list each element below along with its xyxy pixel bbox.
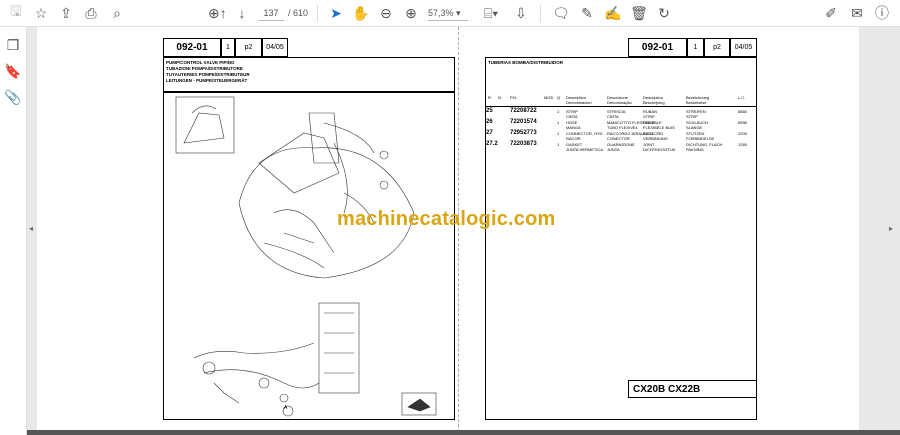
table-cell-r: 26 <box>486 119 493 125</box>
parts-table: TUBERIAS BOMBA/DISTRIBUIDOR R N P.N. MOD Q De… <box>485 57 757 420</box>
right-part-number: p2 <box>704 38 730 57</box>
save-icon[interactable]: 🖫 <box>7 3 25 22</box>
zoom-value: 57,3% <box>428 8 454 18</box>
watermark: machinecatalogic.com <box>337 208 556 230</box>
table-cell-d2: GUARNIZIONE JUNTA <box>607 142 635 152</box>
table-cell-lc: 8860 <box>738 109 747 114</box>
exploded-diagram: A <box>163 92 455 420</box>
table-cell-d1: HOSE MANGA <box>566 120 581 130</box>
scroll-left-icon[interactable]: ◂ <box>29 224 33 233</box>
column-header: L.C. <box>738 95 746 100</box>
table-cell-d4: STUTZEN FORBINDELSE <box>686 131 715 141</box>
table-cell-r: 27 <box>486 130 493 136</box>
delete-icon[interactable]: 🗑 <box>630 4 648 22</box>
scroll-mode-icon[interactable]: ⇩ <box>512 4 530 22</box>
next-page-icon[interactable]: ↓ <box>233 4 251 22</box>
column-header: MOD <box>544 95 554 100</box>
search-icon[interactable]: ⌕ <box>108 4 126 22</box>
column-header: R <box>488 95 491 100</box>
toolbar: 🖫 ☆ ⇪ ⎙ ⌕ ⊕↑ ↓ 137 / 610 ➤ ✋ ⊖ ⊕ 57,3% ▾… <box>0 0 900 27</box>
table-cell-r: 25 <box>486 108 493 114</box>
page-number-input[interactable]: 137 <box>258 6 284 21</box>
column-header: Description Denominacion <box>566 95 592 105</box>
section-number: 092-01 <box>163 38 221 57</box>
table-cell-q: 1 <box>557 131 560 136</box>
zoom-out-icon[interactable]: ⊖ <box>377 4 395 22</box>
table-cell-lc: 5596 <box>738 120 747 125</box>
sheet-number: 1 <box>221 38 235 57</box>
upload-cloud-icon[interactable]: ⇪ <box>57 4 75 22</box>
table-cell-pn: 72201574 <box>510 119 537 125</box>
model-label: CX20B CX22B <box>628 380 757 398</box>
table-cell-d1: STRIP CINTA <box>566 109 578 119</box>
right-sheet-number: 1 <box>687 38 704 57</box>
table-cell-d4: DICHTUNG, FLACH PAKNING <box>686 142 723 152</box>
print-icon[interactable]: ⎙ <box>82 4 100 22</box>
comment-icon[interactable]: 🗨 <box>552 4 570 22</box>
table-cell-d3: JOINT DICHTINGSSTUK <box>643 142 676 152</box>
column-header: Descrizione Denominação <box>607 95 632 105</box>
right-section-number: 092-01 <box>628 38 687 57</box>
bookmark-star-icon[interactable]: ☆ <box>32 4 50 22</box>
left-sidebar: ❐ 🔖 📎 <box>0 27 27 435</box>
table-cell-d1: CONNECTOR, HYD. RACOR <box>566 131 604 141</box>
table-cell-d1: GASKET JUNTA HERMETICA <box>566 142 604 152</box>
column-header: Description Beschrijving <box>643 95 665 105</box>
table-cell-d3: FLEXIBLE FLEXIBELE BUIS <box>643 120 675 130</box>
table-cell-r: 27.2 <box>486 141 498 147</box>
table-cell-d4: SCHLAUCH SLANGE <box>686 120 709 130</box>
table-cell-q: 1 <box>557 142 560 147</box>
table-cell-q: 1 <box>557 109 560 114</box>
page-total: / 610 <box>288 8 309 18</box>
table-cell-lc: 1265 <box>738 142 747 147</box>
share-sign-icon[interactable]: ✐ <box>822 4 840 22</box>
attachment-icon[interactable]: 📎 <box>4 88 22 106</box>
horizontal-scrollbar[interactable] <box>27 430 900 435</box>
callout-a: A <box>284 405 288 411</box>
date: 04/05 <box>262 38 288 57</box>
rotate-icon[interactable]: ↻ <box>655 4 673 22</box>
bookmark-icon[interactable]: 🔖 <box>4 62 22 80</box>
column-header: Bezeichnung Beskrivelse <box>686 95 710 105</box>
document-viewer: ◂ ▸ 092-01 1 p2 04/05 PUMP/CONTROL VALVE… <box>27 27 900 435</box>
account-icon[interactable]: ⓘ <box>873 4 891 22</box>
sign-icon[interactable]: ✍ <box>604 4 622 22</box>
zoom-in-icon[interactable]: ⊕ <box>402 4 420 22</box>
column-header: N <box>498 95 501 100</box>
document-page: 092-01 1 p2 04/05 PUMP/CONTROL VALVE PIP… <box>37 27 859 432</box>
table-cell-d3: RACCORD VERBINDING <box>643 131 668 141</box>
column-header: Q <box>557 95 561 100</box>
pages-thumbnail-icon[interactable]: ❐ <box>4 36 22 54</box>
table-cell-d4: STREIFEN STRIP <box>686 109 706 119</box>
table-cell-pn: 72952773 <box>510 130 537 136</box>
email-icon[interactable]: ✉ <box>848 4 866 22</box>
column-header: P.N. <box>510 95 518 100</box>
scroll-right-icon[interactable]: ▸ <box>889 224 893 233</box>
fit-page-icon[interactable]: ⌸▾ <box>482 4 500 22</box>
part-number: p2 <box>235 38 262 57</box>
table-cell-d3: RUBAN STRIP <box>643 109 658 119</box>
pen-icon[interactable]: ✎ <box>578 4 596 22</box>
table-cell-pn: 72208722 <box>510 108 537 114</box>
right-date: 04/05 <box>730 38 757 57</box>
titles-block: PUMP/CONTROL VALVE PIPING TUBAZIONI POMP… <box>163 57 455 92</box>
table-cell-pn: 72203873 <box>510 141 537 147</box>
table-cell-d2: STRISCIA CINTA <box>607 109 626 119</box>
hand-tool-icon[interactable]: ✋ <box>352 4 370 22</box>
table-cell-lc: 2205 <box>738 131 747 136</box>
select-cursor-icon[interactable]: ➤ <box>327 4 345 22</box>
table-cell-q: 1 <box>557 120 560 125</box>
previous-page-icon[interactable]: ⊕↑ <box>208 4 227 22</box>
zoom-level-dropdown[interactable]: 57,3% ▾ <box>428 6 468 21</box>
right-title: TUBERIAS BOMBA/DISTRIBUIDOR <box>488 60 563 65</box>
title-de: LEITUNGEN - PUMPE/STEUERGERÄT <box>166 78 248 83</box>
